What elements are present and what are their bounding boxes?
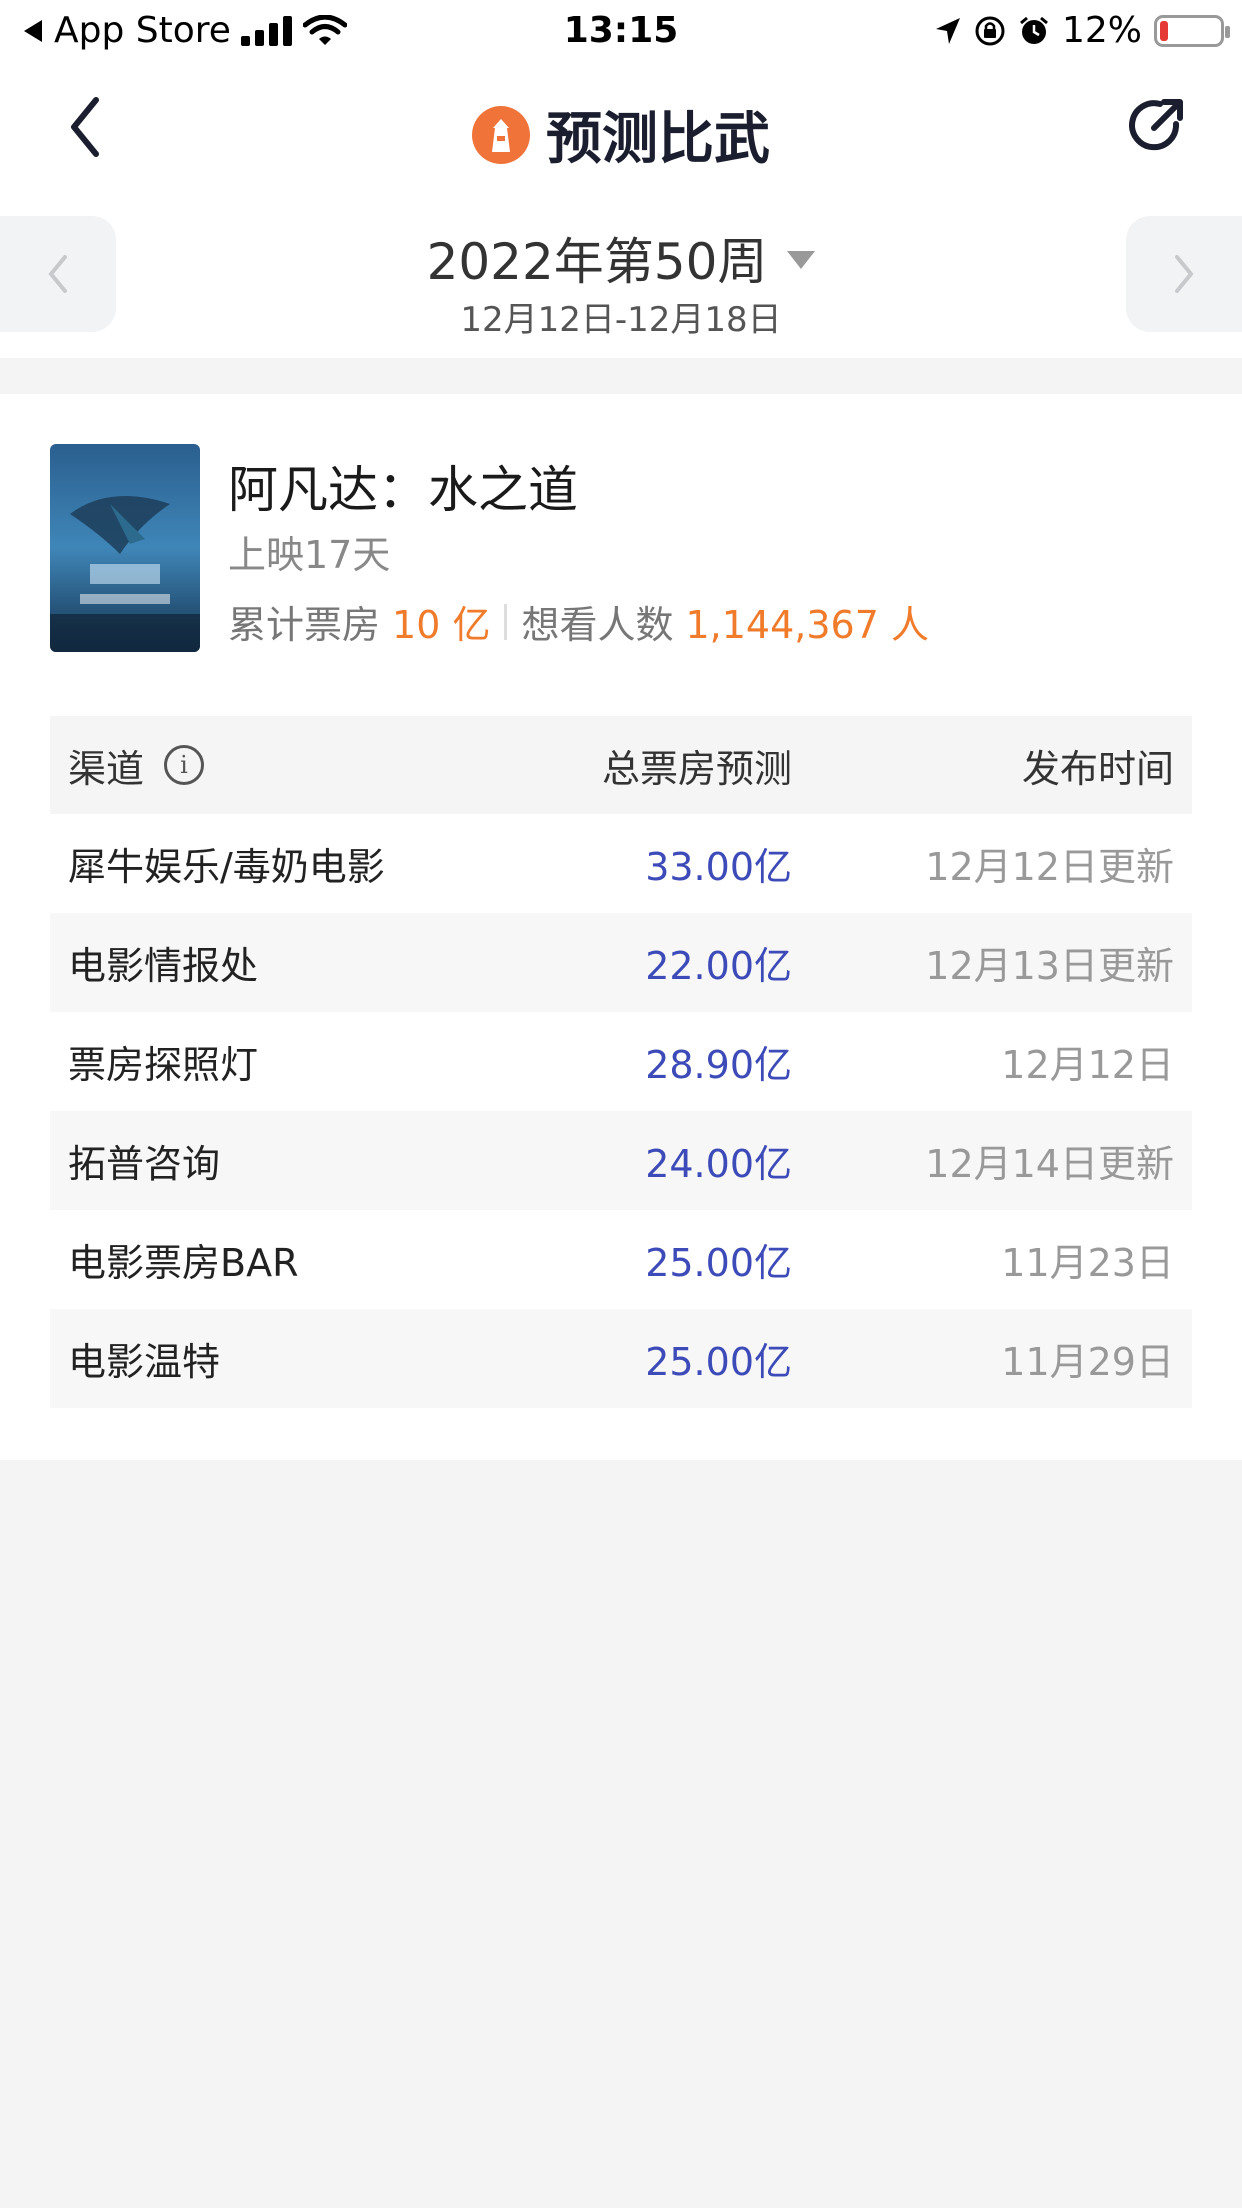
nav-bar: 预测比武 — [0, 62, 1242, 192]
row-value: 25.00亿 — [645, 1340, 792, 1384]
row-channel: 电影票房BAR — [68, 1241, 299, 1285]
row-channel: 拓普咨询 — [68, 1142, 221, 1186]
movie-title[interactable]: 阿凡达：水之道 — [228, 450, 578, 522]
table-row[interactable]: 电影温特 25.00亿 11月29日 — [50, 1309, 1192, 1408]
row-value: 24.00亿 — [645, 1142, 792, 1186]
nav-title-group: 预测比武 — [0, 94, 1242, 175]
header-prediction: 总票房预测 — [601, 746, 792, 791]
row-channel: 票房探照灯 — [68, 1043, 259, 1087]
table-row[interactable]: 电影情报处 22.00亿 12月13日更新 — [50, 913, 1192, 1012]
row-value: 33.00亿 — [645, 845, 792, 889]
table-row[interactable]: 拓普咨询 24.00亿 12月14日更新 — [50, 1111, 1192, 1210]
movie-stats: 累计票房 10 亿 想看人数 1,144,367 人 — [228, 594, 929, 649]
battery-icon — [1154, 14, 1230, 47]
rotation-lock-icon — [975, 16, 1005, 45]
table-header: 渠道 i 总票房预测 发布时间 — [50, 716, 1192, 814]
row-value: 25.00亿 — [645, 1241, 792, 1285]
lighthouse-logo-icon — [472, 105, 530, 164]
chevron-right-icon — [1175, 255, 1194, 293]
stats-divider — [504, 603, 508, 640]
row-channel: 犀牛娱乐/毒奶电影 — [68, 845, 385, 889]
row-time: 12月12日 — [1001, 1043, 1174, 1087]
header-publish-time: 发布时间 — [1021, 746, 1174, 791]
info-icon[interactable]: i — [164, 745, 205, 785]
alarm-icon — [1020, 16, 1048, 44]
movie-card: 阿凡达：水之道 上映17天 累计票房 10 亿 想看人数 1,144,367 人… — [0, 394, 1242, 1460]
next-week-button[interactable] — [1126, 216, 1242, 332]
row-time: 12月12日更新 — [925, 845, 1174, 889]
release-days: 上映17天 — [228, 533, 391, 577]
want-to-see-label: 想看人数 — [521, 603, 674, 647]
week-dropdown[interactable]: 2022年第50周 — [0, 222, 1242, 294]
box-office-value: 10 亿 — [392, 603, 491, 647]
row-value: 22.00亿 — [645, 944, 792, 988]
status-bar: App Store 13:15 12% — [0, 0, 1242, 62]
row-channel: 电影情报处 — [68, 944, 259, 988]
table-row[interactable]: 电影票房BAR 25.00亿 11月23日 — [50, 1210, 1192, 1309]
row-value: 28.90亿 — [645, 1043, 792, 1087]
row-time: 11月23日 — [1001, 1241, 1174, 1285]
row-channel: 电影温特 — [68, 1340, 221, 1384]
prediction-table: 渠道 i 总票房预测 发布时间 犀牛娱乐/毒奶电影 33.00亿 12月12日更… — [50, 716, 1192, 1408]
week-title: 2022年第50周 — [426, 233, 768, 291]
share-icon[interactable] — [1124, 94, 1188, 158]
row-time: 12月14日更新 — [925, 1142, 1174, 1186]
week-selector: 2022年第50周 12月12日-12月18日 — [0, 216, 1242, 340]
battery-percent: 12% — [1061, 10, 1142, 51]
want-to-see-value: 1,144,367 人 — [685, 603, 929, 647]
week-range: 12月12日-12月18日 — [460, 300, 782, 340]
header-channel: 渠道 — [68, 746, 145, 791]
row-time: 12月13日更新 — [925, 944, 1174, 988]
page-title: 预测比武 — [546, 107, 770, 172]
location-icon — [935, 17, 960, 44]
table-row[interactable]: 票房探照灯 28.90亿 12月12日 — [50, 1012, 1192, 1111]
table-row[interactable]: 犀牛娱乐/毒奶电影 33.00亿 12月12日更新 — [50, 814, 1192, 913]
status-right: 12% — [934, 10, 1230, 51]
caret-down-icon — [787, 251, 816, 269]
box-office-label: 累计票房 — [228, 603, 381, 647]
row-time: 11月29日 — [1001, 1340, 1174, 1384]
movie-poster[interactable] — [50, 444, 200, 652]
